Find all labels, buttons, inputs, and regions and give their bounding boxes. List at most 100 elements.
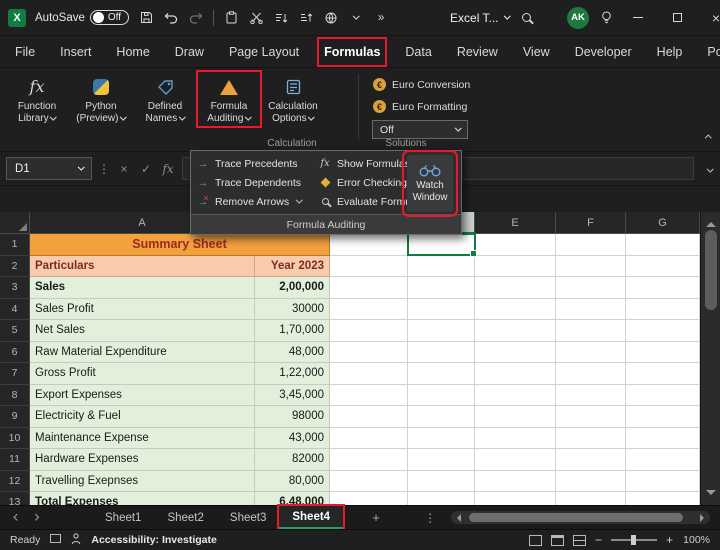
menu-item-remove-arrows[interactable]: →× Remove Arrows — [193, 192, 315, 211]
row-header-2[interactable]: 2 — [0, 256, 30, 278]
sheet-tab-sheet4[interactable]: Sheet4 — [279, 506, 343, 529]
euro-formatting-button[interactable]: € Euro Formatting — [369, 96, 474, 117]
next-sheet-button[interactable] — [26, 506, 44, 529]
macro-record-icon[interactable] — [50, 534, 61, 546]
row-header-11[interactable]: 11 — [0, 449, 30, 471]
vertical-scrollbar[interactable] — [700, 212, 720, 505]
function-library-button[interactable]: fx Function Library — [8, 74, 66, 124]
cell-f3[interactable] — [556, 277, 626, 299]
cell-d2[interactable] — [408, 256, 475, 278]
cell-c9[interactable] — [330, 406, 408, 428]
row-header-9[interactable]: 9 — [0, 406, 30, 428]
cell-g5[interactable] — [626, 320, 700, 342]
row-header-1[interactable]: 1 — [0, 234, 30, 256]
cell-c13[interactable] — [330, 492, 408, 505]
chevron-down-icon[interactable] — [348, 7, 364, 29]
sheet-tab-sheet2[interactable]: Sheet2 — [154, 506, 216, 529]
cell-a5[interactable]: Net Sales — [30, 320, 255, 342]
prev-sheet-button[interactable] — [8, 506, 26, 529]
cell-g13[interactable] — [626, 492, 700, 505]
tab-file[interactable]: File — [14, 43, 36, 61]
cell-a13[interactable]: Total Expenses — [30, 492, 255, 505]
euro-off-dropdown[interactable]: Off — [372, 120, 468, 139]
vertical-scroll-track[interactable] — [705, 224, 717, 493]
tab-formulas[interactable]: Formulas — [323, 43, 381, 61]
tab-power-pivot[interactable]: Power Pivot — [706, 43, 720, 61]
zoom-slider-knob[interactable] — [631, 535, 636, 545]
cell-e3[interactable] — [475, 277, 556, 299]
cell-c6[interactable] — [330, 342, 408, 364]
cell-a12[interactable]: Travelling Exepnses — [30, 471, 255, 493]
cell-d8[interactable] — [408, 385, 475, 407]
cell-g8[interactable] — [626, 385, 700, 407]
cell-g2[interactable] — [626, 256, 700, 278]
normal-view-icon[interactable] — [529, 535, 542, 546]
python-preview-button[interactable]: Python (Preview) — [72, 74, 130, 124]
zoom-in-button[interactable]: + — [666, 533, 673, 547]
row-header-8[interactable]: 8 — [0, 385, 30, 407]
cell-f9[interactable] — [556, 406, 626, 428]
zoom-out-button[interactable]: − — [595, 533, 602, 547]
cell-g7[interactable] — [626, 363, 700, 385]
calculation-options-button[interactable]: Calculation Options — [264, 74, 322, 124]
cell-e1[interactable] — [475, 234, 556, 256]
cell-g12[interactable] — [626, 471, 700, 493]
maximize-button[interactable] — [662, 3, 692, 33]
undo-button[interactable] — [163, 7, 179, 29]
cell-a10[interactable]: Maintenance Expense — [30, 428, 255, 450]
watch-window-button[interactable]: Watch Window — [407, 155, 453, 212]
cell-g4[interactable] — [626, 299, 700, 321]
cell-b2[interactable]: Year 2023 — [255, 256, 330, 278]
menu-item-trace-dependents[interactable]: → Trace Dependents — [193, 173, 315, 192]
cell-a9[interactable]: Electricity & Fuel — [30, 406, 255, 428]
cell-e7[interactable] — [475, 363, 556, 385]
cell-b8[interactable]: 3,45,000 — [255, 385, 330, 407]
cell-e9[interactable] — [475, 406, 556, 428]
euro-conversion-button[interactable]: € Euro Conversion — [369, 74, 474, 95]
tab-insert[interactable]: Insert — [59, 43, 92, 61]
cell-b4[interactable]: 30000 — [255, 299, 330, 321]
document-title[interactable]: Excel T... — [450, 11, 509, 25]
cell-a4[interactable]: Sales Profit — [30, 299, 255, 321]
cell-f1[interactable] — [556, 234, 626, 256]
cell-e11[interactable] — [475, 449, 556, 471]
cell-d7[interactable] — [408, 363, 475, 385]
collapse-ribbon-button[interactable] — [706, 127, 711, 145]
insert-function-icon[interactable]: fx — [160, 162, 176, 176]
autosave-switch[interactable]: Off — [90, 10, 129, 25]
tab-page-layout[interactable]: Page Layout — [228, 43, 300, 61]
cell-d6[interactable] — [408, 342, 475, 364]
cell-b7[interactable]: 1,22,000 — [255, 363, 330, 385]
cell-d4[interactable] — [408, 299, 475, 321]
page-layout-view-icon[interactable] — [551, 535, 564, 546]
accessibility-status[interactable]: Accessibility: Investigate — [91, 534, 216, 546]
horizontal-scrollbar[interactable] — [451, 511, 710, 524]
cell-f2[interactable] — [556, 256, 626, 278]
cell-c2[interactable] — [330, 256, 408, 278]
sheet-tab-sheet1[interactable]: Sheet1 — [92, 506, 154, 529]
cell-a1[interactable]: Summary Sheet — [30, 234, 330, 256]
cell-b3[interactable]: 2,00,000 — [255, 277, 330, 299]
cell-g6[interactable] — [626, 342, 700, 364]
autosave-toggle[interactable]: AutoSave Off — [35, 10, 129, 25]
cell-a8[interactable]: Export Expenses — [30, 385, 255, 407]
clipboard-icon[interactable] — [223, 7, 239, 29]
select-all-button[interactable] — [0, 212, 30, 234]
cell-d5[interactable] — [408, 320, 475, 342]
cell-d3[interactable] — [408, 277, 475, 299]
cell-b11[interactable]: 82000 — [255, 449, 330, 471]
cell-b9[interactable]: 98000 — [255, 406, 330, 428]
horizontal-scroll-thumb[interactable] — [469, 513, 683, 522]
cell-e6[interactable] — [475, 342, 556, 364]
column-header-g[interactable]: G — [626, 212, 700, 234]
cell-c1[interactable] — [330, 234, 408, 256]
formula-auditing-button[interactable]: Formula Auditing — [200, 74, 258, 124]
scroll-right-icon[interactable] — [700, 514, 708, 522]
cell-a6[interactable]: Raw Material Expenditure — [30, 342, 255, 364]
cell-d9[interactable] — [408, 406, 475, 428]
cell-b12[interactable]: 80,000 — [255, 471, 330, 493]
cell-e5[interactable] — [475, 320, 556, 342]
cell-b6[interactable]: 48,000 — [255, 342, 330, 364]
cell-d10[interactable] — [408, 428, 475, 450]
cell-g3[interactable] — [626, 277, 700, 299]
